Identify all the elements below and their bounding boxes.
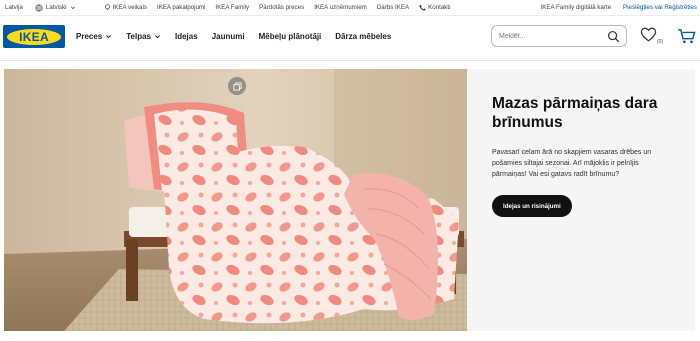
main-nav: IKEA Preces Telpas Idejas Jaunumi Mēbeļu plā… xyxy=(0,16,700,60)
search-input[interactable] xyxy=(499,32,599,40)
cart-icon[interactable] xyxy=(677,28,697,44)
promo-title: Mazas pārmaiņas dara brīnumus xyxy=(492,95,658,131)
topbar-link-label: Kontakti xyxy=(428,4,451,11)
topbar-link-label: IKEA Family xyxy=(215,4,250,11)
topbar-link-label: IKEA veikals xyxy=(112,4,147,11)
image-expand-button[interactable] xyxy=(228,77,246,95)
nav-item-label: Idejas xyxy=(175,32,198,41)
topbar-link[interactable]: IKEA uzņēmumiem xyxy=(314,4,367,11)
utility-bar: Latvija Latviski IKEA veikals IKEA pakalp… xyxy=(0,0,700,16)
topbar-link-label: Pārdotās preces xyxy=(259,4,305,11)
topbar-link[interactable]: IKEA veikals xyxy=(104,4,147,11)
topbar-link[interactable]: Pārdotās preces xyxy=(259,4,304,11)
heart-icon[interactable] xyxy=(640,27,657,42)
wishlist-count: (0) xyxy=(657,39,664,45)
search-box[interactable] xyxy=(491,25,627,47)
phone-icon xyxy=(419,4,426,11)
login-link[interactable]: Pieslēgties vai Reģistrēties xyxy=(623,4,697,11)
language-label: Latviski xyxy=(45,4,67,11)
hero-image[interactable] xyxy=(4,69,467,331)
nav-item[interactable]: Jaunumi xyxy=(212,32,245,41)
nav-item[interactable]: Mēbeļu plānotāji xyxy=(259,32,322,41)
nav-divider xyxy=(0,60,700,61)
promo-panel: Mazas pārmaiņas dara brīnumus Pavasarī c… xyxy=(467,69,695,331)
nav-item-label: Jaunumi xyxy=(211,32,245,41)
language-selector[interactable]: Latviski xyxy=(35,3,76,12)
nav-item-label: Dārza mēbeles xyxy=(335,32,392,41)
topbar-link-label: IKEA uzņēmumiem xyxy=(314,4,367,11)
topbar-link-label: Darbs IKEA xyxy=(376,4,410,11)
promo-text: Pavasarī celam ārā no skapjiem vasaras d… xyxy=(492,149,652,178)
store-icon xyxy=(104,4,110,11)
nav-item-label: Mēbeļu plānotāji xyxy=(258,32,322,41)
country-label[interactable]: Latvija xyxy=(5,4,23,11)
topbar-link[interactable]: Darbs IKEA xyxy=(377,4,409,11)
ikea-logo[interactable]: IKEA xyxy=(3,25,65,48)
nav-item[interactable]: Idejas xyxy=(175,32,198,41)
topbar-link-label: IKEA pakalpojumi xyxy=(156,4,206,11)
globe-icon xyxy=(35,3,43,12)
logo-text: IKEA xyxy=(7,28,61,45)
nav-item[interactable]: Telpas xyxy=(126,32,161,41)
gallery-icon xyxy=(232,81,242,91)
nav-item-label: Telpas xyxy=(126,32,151,41)
ideas-button[interactable]: Idejas un risinājumi xyxy=(492,195,572,217)
topbar-link[interactable]: Kontakti xyxy=(419,4,451,11)
search-icon[interactable] xyxy=(607,30,620,43)
chevron-down-icon xyxy=(70,6,75,9)
main-menu: Preces Telpas Idejas Jaunumi Mēbeļu plānotāj… xyxy=(76,32,405,41)
bedroom-illustration xyxy=(4,69,467,331)
chevron-down-icon xyxy=(155,35,160,39)
chevron-down-icon xyxy=(106,35,112,39)
nav-item[interactable]: Dārza mēbeles xyxy=(335,32,391,41)
nav-item-label: Preces xyxy=(76,32,103,41)
topbar-link[interactable]: IKEA Family xyxy=(215,4,249,11)
nav-item[interactable]: Preces xyxy=(76,32,112,41)
family-card-link[interactable]: IKEA Family digitālā karte xyxy=(541,4,612,11)
topbar-link[interactable]: IKEA pakalpojumi xyxy=(157,4,206,11)
